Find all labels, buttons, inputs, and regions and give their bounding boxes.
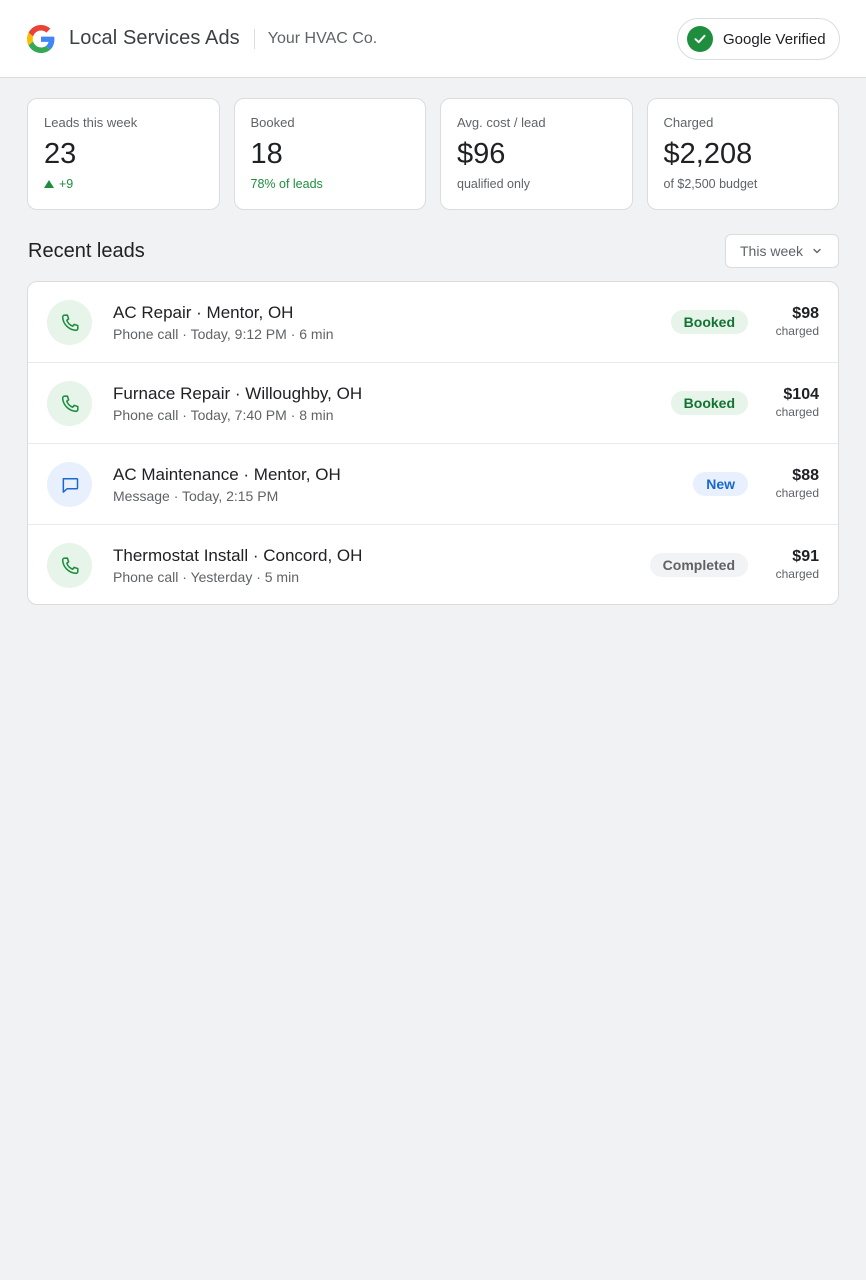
lead-amount: $104 charged (776, 386, 819, 420)
app-header: Local Services Ads Your HVAC Co. Google … (0, 0, 866, 78)
lead-service: Thermostat Install (113, 546, 249, 565)
stat-sub: 78% of leads (250, 177, 323, 191)
amount-value: $91 (792, 548, 819, 565)
lead-amount: $88 charged (776, 467, 819, 501)
google-g-icon (27, 24, 55, 53)
message-icon (47, 462, 92, 507)
lead-service: AC Repair (113, 303, 192, 322)
lead-meta: Phone call · Today, 9:12 PM · 6 min (113, 326, 334, 342)
lead-amount: $98 charged (776, 305, 819, 339)
stat-card-charged: Charged $2,208 of $2,500 budget (646, 98, 839, 210)
lead-location: Willoughby, OH (245, 384, 363, 403)
stat-value: 18 (250, 138, 283, 170)
lead-service: AC Maintenance (113, 465, 239, 484)
chevron-down-icon (813, 248, 821, 254)
lead-meta: Message · Today, 2:15 PM (113, 488, 279, 504)
lead-amount: $91 charged (776, 548, 819, 582)
stat-sub-text: +9 (59, 177, 74, 191)
section-title: Recent leads (28, 240, 145, 262)
trend-up-icon (44, 180, 54, 188)
amount-label: charged (775, 567, 819, 581)
recent-leads-header: Recent leads This week (27, 234, 839, 268)
lead-location: Mentor, OH (253, 465, 341, 484)
lead-title: AC Maintenance · Mentor, OH (113, 465, 341, 484)
stats-row: Leads this week 23 +9 Booked 18 78% of l… (27, 98, 839, 210)
stat-value: 23 (44, 138, 77, 170)
lead-title: Thermostat Install · Concord, OH (113, 546, 363, 565)
stat-sub: of $2,500 budget (663, 177, 758, 191)
lead-meta: Phone call · Today, 7:40 PM · 8 min (113, 407, 334, 423)
lead-location: Concord, OH (263, 546, 363, 565)
amount-value: $88 (792, 467, 819, 484)
lead-row[interactable]: Thermostat Install · Concord, OH Phone c… (28, 525, 838, 604)
lead-row[interactable]: AC Maintenance · Mentor, OH Message · To… (28, 444, 838, 525)
stat-card-leads: Leads this week 23 +9 (27, 98, 220, 210)
status-badge: Booked (670, 310, 748, 334)
status-badge: New (693, 472, 748, 496)
status-badge: Booked (670, 391, 748, 415)
lead-location: Mentor, OH (206, 303, 294, 322)
amount-label: charged (775, 486, 819, 500)
stat-sub: +9 (44, 176, 204, 192)
date-range-dropdown[interactable]: This week (725, 234, 839, 268)
amount-value: $98 (792, 305, 819, 322)
lead-meta: Phone call · Yesterday · 5 min (113, 569, 299, 585)
stat-label: Avg. cost / lead (457, 115, 546, 130)
amount-label: charged (775, 324, 819, 338)
phone-icon (47, 300, 92, 345)
status-badge: Completed (649, 553, 748, 577)
stat-label: Booked (250, 115, 295, 130)
verified-label: Google Verified (723, 30, 826, 48)
amount-label: charged (775, 405, 819, 419)
app-title: Local Services Ads (69, 27, 240, 49)
lead-service: Furnace Repair (113, 384, 231, 403)
stat-label: Charged (663, 115, 714, 130)
lead-title: AC Repair · Mentor, OH (113, 303, 294, 322)
dropdown-label: This week (740, 243, 804, 259)
lead-title: Furnace Repair · Willoughby, OH (113, 384, 363, 403)
stat-value: $96 (457, 138, 506, 170)
stat-card-booked: Booked 18 78% of leads (233, 98, 426, 210)
company-name: Your HVAC Co. (267, 29, 378, 47)
amount-value: $104 (783, 386, 819, 403)
phone-icon (47, 543, 92, 588)
stat-sub: qualified only (457, 177, 530, 191)
header-divider (253, 28, 255, 49)
lead-row[interactable]: Furnace Repair · Willoughby, OH Phone ca… (28, 363, 838, 444)
leads-list: AC Repair · Mentor, OH Phone call · Toda… (27, 281, 839, 605)
google-verified-badge[interactable]: Google Verified (677, 18, 840, 60)
lead-row[interactable]: AC Repair · Mentor, OH Phone call · Toda… (28, 282, 838, 363)
stat-card-avg-cost: Avg. cost / lead $96 qualified only (440, 98, 633, 210)
stat-value: $2,208 (663, 138, 753, 170)
check-circle-icon (687, 26, 713, 52)
phone-icon (47, 381, 92, 426)
stat-label: Leads this week (44, 115, 138, 130)
